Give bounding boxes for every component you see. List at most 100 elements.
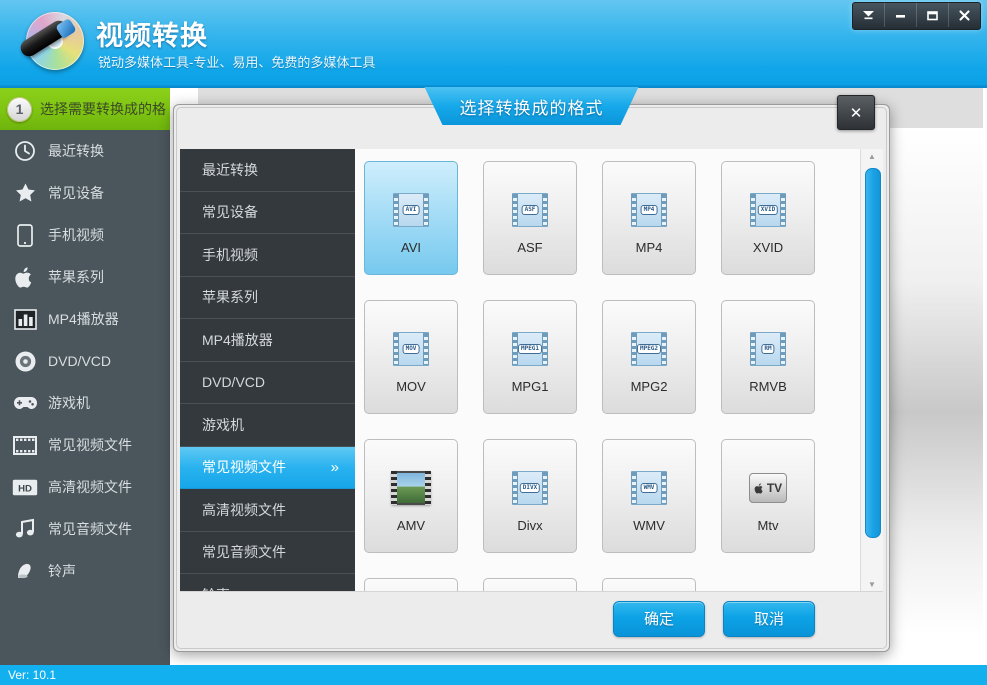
sidebar-item-hd-video[interactable]: HD 高清视频文件: [0, 466, 170, 508]
scrollbar-track[interactable]: [861, 164, 883, 577]
sidebar-item-label: 最近转换: [48, 143, 104, 159]
film-strip-icon: DIVX: [484, 466, 576, 510]
format-tile-mov[interactable]: MOV MOV: [364, 300, 458, 414]
format-tile-amv[interactable]: AMV: [364, 439, 458, 553]
sidebar-item-label: 高清视频文件: [48, 479, 132, 495]
scroll-up-arrow-icon[interactable]: ▲: [861, 149, 883, 164]
format-tile-divx[interactable]: DIVX Divx: [483, 439, 577, 553]
sidebar-item-label: 常见音频文件: [48, 521, 132, 537]
phone-icon: [12, 222, 38, 248]
dialog-nav-dvd-vcd[interactable]: DVD/VCD: [180, 362, 355, 404]
format-tile-xvid[interactable]: XVID XVID: [721, 161, 815, 275]
format-tile-flv[interactable]: FLV: [483, 578, 577, 592]
dialog-nav-label: 手机视频: [202, 246, 258, 263]
ok-button[interactable]: 确定: [613, 600, 705, 637]
app-header: 视频转换 锐动多媒体工具-专业、易用、免费的多媒体工具: [0, 0, 987, 88]
format-icon-tag: MPEG2: [636, 344, 662, 354]
film-strip-icon: MOV: [365, 327, 457, 371]
sidebar-item-label: 常见视频文件: [48, 437, 132, 453]
format-tile-mtv[interactable]: TV Mtv: [721, 439, 815, 553]
format-tile-avi[interactable]: AVI AVI: [364, 161, 458, 275]
dialog-nav-label: 最近转换: [202, 161, 258, 178]
format-tile-label: Divx: [517, 518, 543, 533]
dialog-nav-recent[interactable]: 最近转换: [180, 149, 355, 192]
dialog-category-nav: 最近转换 常见设备 手机视频 苹果系列 MP4播放器 DVD/VCD 游戏机 常…: [180, 149, 355, 592]
format-tile-mp4[interactable]: MP4 MP4: [602, 161, 696, 275]
sidebar-item-dvd-vcd[interactable]: DVD/VCD: [0, 340, 170, 382]
format-tile-label: RMVB: [749, 379, 787, 394]
dialog-nav-apple[interactable]: 苹果系列: [180, 277, 355, 319]
film-strip-icon: ASF: [484, 188, 576, 232]
page-title: 视频转换: [96, 21, 208, 51]
format-tile-3gpp[interactable]: 3GPP: [364, 578, 458, 592]
format-tile-asf[interactable]: ASF ASF: [483, 161, 577, 275]
format-tile-label: ASF: [517, 240, 543, 255]
sidebar-item-common-audio[interactable]: 常见音频文件: [0, 508, 170, 550]
format-tile-mpg1[interactable]: MPEG1 MPG1: [483, 300, 577, 414]
gamepad-icon: [12, 390, 38, 416]
format-tile-rmvb[interactable]: RM RMVB: [721, 300, 815, 414]
hd-icon: HD: [12, 474, 38, 500]
dialog-nav-common-devices[interactable]: 常见设备: [180, 192, 355, 234]
disc-icon: [12, 348, 38, 374]
film-strip-icon: MPEG1: [484, 327, 576, 371]
sidebar-item-label: DVD/VCD: [48, 353, 112, 369]
chevron-right-icon: »: [330, 458, 339, 476]
film-strip-icon: MP4: [603, 188, 695, 232]
format-tile-mpg2[interactable]: MPEG2 MPG2: [602, 300, 696, 414]
sidebar-item-apple[interactable]: 苹果系列: [0, 256, 170, 298]
format-tile-label: MPG2: [630, 379, 668, 394]
format-icon-tag: DIVX: [519, 483, 541, 493]
maximize-button[interactable]: [917, 3, 949, 27]
film-strip-icon: RM: [722, 327, 814, 371]
dialog-nav-label: 高清视频文件: [202, 501, 286, 518]
dialog-nav-game-console[interactable]: 游戏机: [180, 404, 355, 447]
scrollbar-thumb[interactable]: [865, 168, 881, 538]
dialog-inner-frame: 最近转换 常见设备 手机视频 苹果系列 MP4播放器 DVD/VCD 游戏机 常…: [176, 107, 887, 649]
dialog-nav-ringtone[interactable]: 铃声: [180, 574, 355, 592]
dialog-nav-phone-video[interactable]: 手机视频: [180, 234, 355, 277]
sidebar-item-mp4-player[interactable]: MP4播放器: [0, 298, 170, 340]
collapse-button[interactable]: [853, 3, 885, 27]
close-button[interactable]: [949, 3, 980, 27]
step-number-badge: 1: [7, 96, 32, 122]
format-icon-tag: XVID: [757, 205, 779, 215]
format-tile-swf[interactable]: ƒ SWF: [602, 578, 696, 592]
cancel-button[interactable]: 取消: [723, 600, 815, 637]
dialog-title-banner: 选择转换成的格式: [424, 87, 639, 125]
minimize-button[interactable]: [885, 3, 917, 27]
version-label: Ver: 10.1: [8, 668, 57, 682]
dialog-nav-common-video[interactable]: 常见视频文件 »: [180, 446, 355, 489]
application-window: 视频转换 锐动多媒体工具-专业、易用、免费的多媒体工具 1 选择需要转换成的格: [0, 0, 987, 685]
dialog-nav-mp4-player[interactable]: MP4播放器: [180, 319, 355, 362]
scroll-down-arrow-icon[interactable]: ▼: [861, 577, 883, 592]
step-header: 1 选择需要转换成的格: [0, 88, 170, 130]
step-header-label: 选择需要转换成的格: [40, 101, 166, 117]
sidebar-item-recent[interactable]: 最近转换: [0, 130, 170, 172]
dialog-nav-common-audio[interactable]: 常见音频文件: [180, 532, 355, 574]
sidebar: 1 选择需要转换成的格 最近转换 常见设备 手机视频 苹果系列 MP4播放器 D…: [0, 88, 170, 665]
film-strip-icon: MPEG2: [603, 327, 695, 371]
format-tile-label: WMV: [633, 518, 665, 533]
sidebar-item-label: 游戏机: [48, 395, 90, 411]
apple-tv-icon: TV: [722, 466, 814, 510]
format-tile-wmv[interactable]: WMV WMV: [602, 439, 696, 553]
format-icon-tag: AVI: [402, 205, 420, 215]
sidebar-item-common-video[interactable]: 常见视频文件: [0, 424, 170, 466]
dialog-nav-label: 游戏机: [202, 416, 244, 433]
sidebar-item-common-devices[interactable]: 常见设备: [0, 172, 170, 214]
status-bar: Ver: 10.1: [0, 665, 987, 685]
bell-icon: [12, 558, 38, 584]
format-icon-tag: MOV: [402, 344, 420, 354]
dialog-close-button[interactable]: ✕: [837, 95, 875, 130]
dialog-nav-label: DVD/VCD: [202, 374, 266, 391]
format-grid-scrollbar[interactable]: ▲ ▼: [860, 149, 883, 592]
sidebar-item-game-console[interactable]: 游戏机: [0, 382, 170, 424]
dialog-footer-bar: 确定 取消: [180, 591, 883, 645]
film-icon: [12, 432, 38, 458]
apple-tv-label: TV: [766, 481, 783, 495]
sidebar-item-phone-video[interactable]: 手机视频: [0, 214, 170, 256]
sidebar-item-ringtone[interactable]: 铃声: [0, 550, 170, 592]
dialog-nav-hd-video[interactable]: 高清视频文件: [180, 489, 355, 532]
format-tile-label: XVID: [752, 240, 784, 255]
